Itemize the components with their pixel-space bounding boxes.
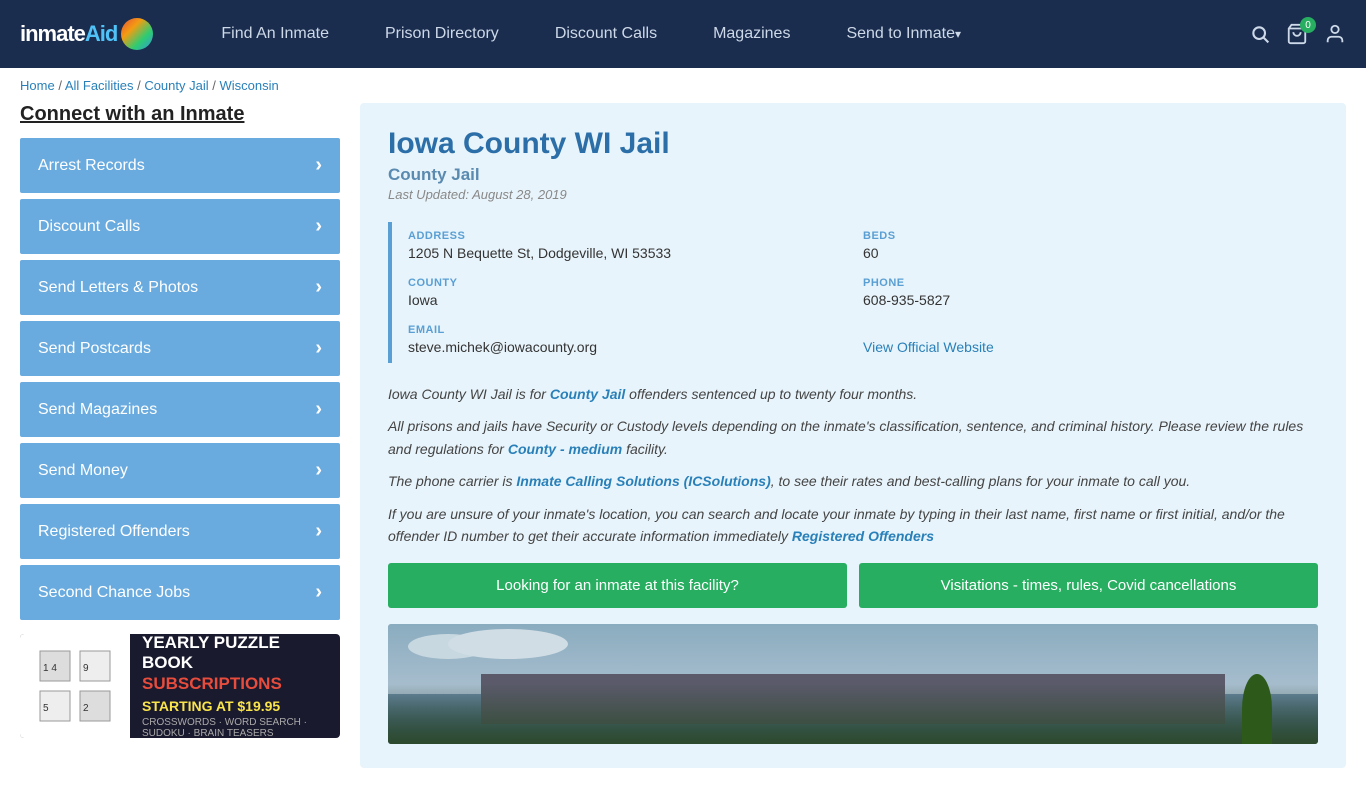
breadcrumb: Home / All Facilities / County Jail / Wi…: [0, 68, 1366, 103]
sidebar-item-label: Send Magazines: [38, 401, 157, 419]
sidebar-item-discount-calls[interactable]: Discount Calls ›: [20, 199, 340, 254]
phone-value: 608-935-5827: [863, 292, 1318, 308]
website-link-container: View Official Website: [863, 339, 1318, 355]
county-medium-link[interactable]: County - medium: [508, 441, 622, 457]
nav-prison-directory[interactable]: Prison Directory: [357, 0, 527, 68]
navbar: inmateAid Find An Inmate Prison Director…: [0, 0, 1366, 68]
sidebar-item-label: Registered Offenders: [38, 523, 190, 541]
photo-tree: [1242, 674, 1272, 744]
chevron-right-icon: ›: [315, 337, 322, 360]
info-website: View Official Website: [863, 316, 1318, 363]
phone-label: PHONE: [863, 277, 1318, 289]
cart-button[interactable]: 0: [1286, 23, 1308, 45]
search-icon: [1250, 24, 1270, 44]
beds-value: 60: [863, 245, 1318, 261]
desc-p3: The phone carrier is Inmate Calling Solu…: [388, 470, 1318, 492]
chevron-right-icon: ›: [315, 276, 322, 299]
info-phone: PHONE 608-935-5827: [863, 269, 1318, 316]
beds-label: BEDS: [863, 230, 1318, 242]
sidebar-item-label: Second Chance Jobs: [38, 584, 190, 602]
facility-updated: Last Updated: August 28, 2019: [388, 187, 1318, 202]
cart-badge: 0: [1300, 17, 1316, 33]
chevron-right-icon: ›: [315, 581, 322, 604]
website-spacer: [863, 324, 1318, 336]
nav-discount-calls[interactable]: Discount Calls: [527, 0, 685, 68]
sidebar-item-registered-offenders[interactable]: Registered Offenders ›: [20, 504, 340, 559]
sidebar-item-label: Send Postcards: [38, 340, 151, 358]
photo-overlay: [388, 684, 1318, 744]
sidebar-item-label: Send Money: [38, 462, 128, 480]
info-grid: ADDRESS 1205 N Bequette St, Dodgeville, …: [388, 222, 1318, 363]
chevron-right-icon: ›: [315, 398, 322, 421]
description-block: Iowa County WI Jail is for County Jail o…: [388, 383, 1318, 547]
sidebar-item-arrest-records[interactable]: Arrest Records ›: [20, 138, 340, 193]
svg-text:1 4: 1 4: [43, 663, 57, 674]
logo[interactable]: inmateAid: [20, 18, 153, 50]
sidebar-title: Connect with an Inmate: [20, 103, 340, 126]
chevron-right-icon: ›: [315, 154, 322, 177]
svg-text:5: 5: [43, 703, 49, 714]
county-label: COUNTY: [408, 277, 863, 289]
sidebar-item-label: Arrest Records: [38, 157, 145, 175]
facility-title: Iowa County WI Jail: [388, 127, 1318, 161]
ad-text-area: YEARLY PUZZLE BOOK SUBSCRIPTIONS STARTIN…: [130, 634, 340, 738]
facility-photo: [388, 624, 1318, 744]
sidebar-item-send-postcards[interactable]: Send Postcards ›: [20, 321, 340, 376]
email-value: steve.michek@iowacounty.org: [408, 339, 863, 355]
search-button[interactable]: [1250, 24, 1270, 44]
breadcrumb-wisconsin[interactable]: Wisconsin: [219, 78, 278, 93]
user-icon: [1324, 23, 1346, 45]
svg-text:9: 9: [83, 663, 89, 674]
ad-types: CROSSWORDS · WORD SEARCH · SUDOKU · BRAI…: [142, 717, 328, 738]
visitations-button[interactable]: Visitations - times, rules, Covid cancel…: [859, 563, 1318, 608]
user-button[interactable]: [1324, 23, 1346, 45]
ad-banner[interactable]: 1 4 9 5 2 YEARLY PUZZLE BOOK SUBSCRIPTIO…: [20, 634, 340, 738]
nav-links: Find An Inmate Prison Directory Discount…: [193, 0, 1250, 68]
logo-icon: [121, 18, 153, 50]
nav-icons: 0: [1250, 23, 1346, 45]
desc-p2: All prisons and jails have Security or C…: [388, 415, 1318, 460]
desc-p4: If you are unsure of your inmate's locat…: [388, 503, 1318, 548]
info-beds: BEDS 60: [863, 222, 1318, 269]
breadcrumb-home[interactable]: Home: [20, 78, 55, 93]
ad-puzzle-image: 1 4 9 5 2: [20, 634, 130, 738]
find-inmate-button[interactable]: Looking for an inmate at this facility?: [388, 563, 847, 608]
breadcrumb-all-facilities[interactable]: All Facilities: [65, 78, 134, 93]
icsolutions-link[interactable]: Inmate Calling Solutions (ICSolutions): [516, 473, 770, 489]
desc-p1: Iowa County WI Jail is for County Jail o…: [388, 383, 1318, 405]
info-address: ADDRESS 1205 N Bequette St, Dodgeville, …: [408, 222, 863, 269]
address-value: 1205 N Bequette St, Dodgeville, WI 53533: [408, 245, 863, 261]
sidebar-item-send-letters[interactable]: Send Letters & Photos ›: [20, 260, 340, 315]
sidebar: Connect with an Inmate Arrest Records › …: [20, 103, 340, 768]
ad-price: STARTING AT $19.95: [142, 698, 328, 714]
page-layout: Connect with an Inmate Arrest Records › …: [0, 103, 1366, 788]
sidebar-item-send-money[interactable]: Send Money ›: [20, 443, 340, 498]
action-buttons: Looking for an inmate at this facility? …: [388, 563, 1318, 608]
logo-text: inmateAid: [20, 21, 117, 47]
chevron-right-icon: ›: [315, 520, 322, 543]
email-label: EMAIL: [408, 324, 863, 336]
registered-offenders-link[interactable]: Registered Offenders: [792, 528, 934, 544]
sidebar-item-label: Discount Calls: [38, 218, 140, 236]
main-content: Iowa County WI Jail County Jail Last Upd…: [360, 103, 1346, 768]
facility-type: County Jail: [388, 165, 1318, 185]
nav-find-inmate[interactable]: Find An Inmate: [193, 0, 357, 68]
puzzle-icon: 1 4 9 5 2: [35, 646, 115, 726]
info-email: EMAIL steve.michek@iowacounty.org: [408, 316, 863, 363]
nav-send-to-inmate[interactable]: Send to Inmate: [818, 0, 989, 68]
sidebar-item-label: Send Letters & Photos: [38, 279, 198, 297]
county-jail-link[interactable]: County Jail: [550, 386, 625, 402]
chevron-right-icon: ›: [315, 215, 322, 238]
address-label: ADDRESS: [408, 230, 863, 242]
website-link[interactable]: View Official Website: [863, 339, 994, 355]
chevron-right-icon: ›: [315, 459, 322, 482]
info-county: COUNTY Iowa: [408, 269, 863, 316]
ad-title: YEARLY PUZZLE BOOK SUBSCRIPTIONS: [142, 634, 328, 694]
sidebar-item-second-chance-jobs[interactable]: Second Chance Jobs ›: [20, 565, 340, 620]
svg-text:2: 2: [83, 703, 89, 714]
nav-magazines[interactable]: Magazines: [685, 0, 818, 68]
sidebar-item-send-magazines[interactable]: Send Magazines ›: [20, 382, 340, 437]
breadcrumb-county-jail[interactable]: County Jail: [144, 78, 208, 93]
county-value: Iowa: [408, 292, 863, 308]
